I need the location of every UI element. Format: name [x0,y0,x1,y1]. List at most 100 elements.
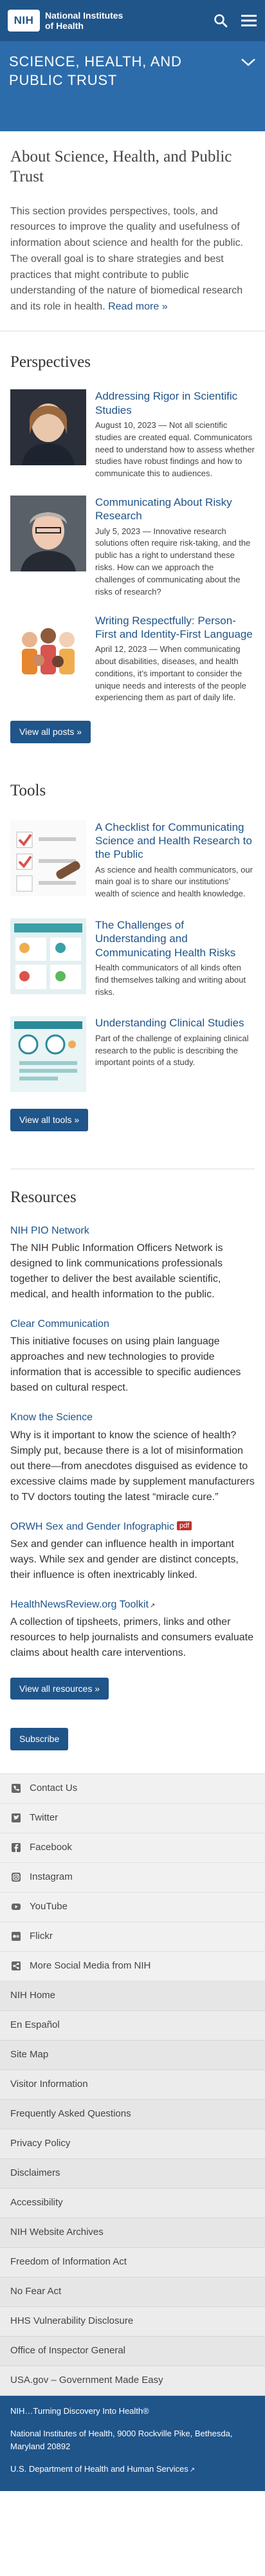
logo-line-1: National Institutes [45,10,123,21]
post-thumbnail-portrait[interactable] [10,496,86,572]
tool-summary: Part of the challenge of explaining clin… [95,1033,249,1068]
resource-title-link[interactable]: Clear Communication [10,1319,109,1330]
resource-title-link[interactable]: NIH PIO Network [10,1225,89,1236]
footer-tagline: NIH…Turning Discovery Into Health® [10,2405,149,2416]
footer-link[interactable]: Accessibility [0,2188,265,2218]
tool-item: A Checklist for Communicating Science an… [0,820,265,900]
tool-title-link[interactable]: The Challenges of Understanding and Comm… [95,919,235,959]
post-summary: August 10, 2023 — Not all scientific stu… [95,420,255,479]
footer-link[interactable]: No Fear Act [0,2277,265,2307]
intro-section: About Science, Health, and Public Trust … [0,131,265,332]
resources-heading: Resources [10,1188,77,1206]
external-link-icon: ↗ [149,1602,156,1609]
post-item: Communicating About Risky Research July … [0,496,265,598]
menu-icon[interactable] [241,12,257,29]
footer-link[interactable]: HHS Vulnerability Disclosure [0,2306,265,2337]
post-thumbnail-illustration[interactable] [10,613,86,690]
resource-description: Sex and gender can influence health in i… [10,1538,239,1580]
resource-title-link[interactable]: HealthNewsReview.org Toolkit [10,1599,149,1610]
search-icon[interactable] [212,12,229,29]
footer-link[interactable]: En Español [0,2010,265,2041]
nih-logo: NIH [8,10,40,32]
subscribe-button[interactable]: Subscribe [10,1728,69,1750]
tool-thumbnail-checklist[interactable] [10,820,86,896]
footer-address: National Institutes of Health, 9000 Rock… [10,2429,233,2451]
footer-link[interactable]: Office of Inspector General [0,2336,265,2366]
footer-youtube[interactable]: YouTube [0,1893,265,1922]
flickr-icon [10,1931,22,1942]
footer-social: Contact Us Twitter Facebook Instagram Yo… [0,1773,265,1981]
tool-item: Understanding Clinical Studies Part of t… [0,1016,265,1093]
post-summary: July 5, 2023 — Innovative research solut… [95,526,251,597]
footer-social-label: Instagram [30,1871,73,1883]
footer-social-label: Twitter [30,1812,59,1824]
tool-thumbnail-infographic[interactable] [10,918,86,995]
resource-title-link[interactable]: Know the Science [10,1412,93,1423]
phone-icon [10,1783,22,1794]
footer-social-label: YouTube [30,1901,68,1913]
footer-link[interactable]: NIH Home [0,1981,265,2011]
footer-link[interactable]: USA.gov – Government Made Easy [0,2366,265,2396]
share-icon [10,1960,22,1972]
logo-line-2: of Health [45,21,84,31]
tool-title-link[interactable]: Understanding Clinical Studies [95,1017,244,1029]
resource-item: NIH PIO Network The NIH Public Informati… [0,1223,265,1302]
tools-heading: Tools [10,781,46,799]
perspectives-section: Perspectives Addressing Rigor in Scienti… [0,331,265,743]
site-header: NIH National Institutes of Health [0,0,265,41]
footer-link[interactable]: Privacy Policy [0,2129,265,2159]
post-title-link[interactable]: Communicating About Risky Research [95,496,232,522]
footer-flickr[interactable]: Flickr [0,1922,265,1952]
intro-text: This section provides perspectives, tool… [10,205,244,313]
footer-link[interactable]: Site Map [0,2040,265,2070]
tools-section: Tools A Checklist for Communicating Scie… [0,743,265,1131]
resource-description: A collection of tipsheets, primers, link… [10,1616,253,1658]
footer-social-label: More Social Media from NIH [30,1960,151,1972]
tool-item: The Challenges of Understanding and Comm… [0,918,265,998]
footer-link[interactable]: NIH Website Archives [0,2218,265,2248]
footer-contact-us[interactable]: Contact Us [0,1774,265,1804]
hhs-link[interactable]: U.S. Department of Health and Human Serv… [10,2464,188,2474]
pdf-badge: pdf [176,1521,192,1531]
post-title-link[interactable]: Writing Respectfully: Person-First and I… [95,615,253,640]
tool-thumbnail-infographic[interactable] [10,1016,86,1093]
resources-section: Resources NIH PIO Network The NIH Public… [0,1169,265,1774]
twitter-icon [10,1812,22,1824]
footer-link[interactable]: Disclaimers [0,2158,265,2189]
resource-item: Know the Science Why is it important to … [0,1410,265,1505]
read-more-link[interactable]: Read more » [108,301,168,312]
nih-logo-link[interactable]: NIH National Institutes of Health [8,10,123,32]
post-item: Writing Respectfully: Person-First and I… [0,613,265,705]
section-nav-bar[interactable]: SCIENCE, HEALTH, AND PUBLIC TRUST [0,41,265,131]
section-title: SCIENCE, HEALTH, AND PUBLIC TRUST [9,53,182,88]
footer-link[interactable]: Freedom of Information Act [0,2247,265,2277]
footer-instagram[interactable]: Instagram [0,1863,265,1893]
instagram-icon [10,1871,22,1883]
footer-twitter[interactable]: Twitter [0,1804,265,1833]
view-all-tools-button[interactable]: View all tools » [10,1109,89,1131]
resource-title-link[interactable]: ORWH Sex and Gender Infographic [10,1521,174,1532]
view-all-resources-button[interactable]: View all resources » [10,1677,109,1700]
resource-item: Clear Communication This initiative focu… [0,1317,265,1396]
resource-item: ORWH Sex and Gender Infographic pdf Sex a… [0,1519,265,1583]
view-all-posts-button[interactable]: View all posts » [10,721,91,743]
post-thumbnail-portrait[interactable] [10,389,86,466]
footer-link[interactable]: Frequently Asked Questions [0,2099,265,2129]
tool-title-link[interactable]: A Checklist for Communicating Science an… [95,821,252,861]
youtube-icon [10,1901,22,1913]
logo-text: National Institutes of Health [45,10,123,31]
intro-heading: About Science, Health, and Public Trust [10,148,232,186]
facebook-icon [10,1842,22,1853]
footer-bottom-bar: NIH…Turning Discovery Into Health® Natio… [0,2395,265,2491]
intro-body: This section provides perspectives, tool… [10,204,255,316]
resource-description: This initiative focuses on using plain l… [10,1336,241,1394]
resource-item: HealthNewsReview.org Toolkit ↗ A collecti… [0,1597,265,1661]
chevron-down-icon[interactable] [241,57,256,71]
post-title-link[interactable]: Addressing Rigor in Scientific Studies [95,390,237,416]
resource-description: Why is it important to know the science … [10,1429,255,1503]
tool-summary: As science and health communicators, our… [95,864,253,899]
footer-link[interactable]: Visitor Information [0,2070,265,2100]
footer-more-social[interactable]: More Social Media from NIH [0,1952,265,1981]
post-summary: April 12, 2023 — When communicating abou… [95,644,246,703]
footer-facebook[interactable]: Facebook [0,1833,265,1863]
